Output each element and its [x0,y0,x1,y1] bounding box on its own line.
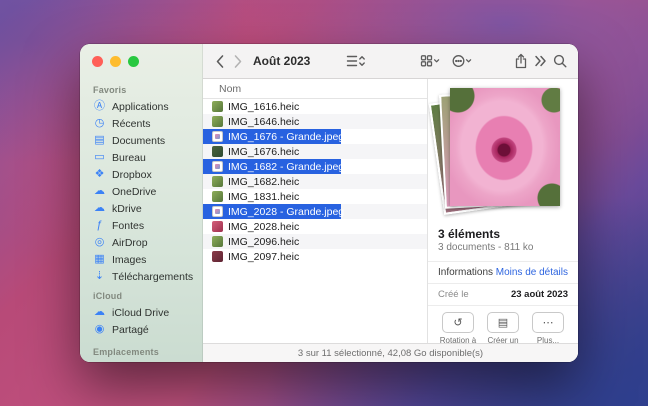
jpeg-file-icon [212,131,223,142]
file-row[interactable]: IMG_1682 - Grande.jpeg [203,159,427,174]
file-row[interactable]: IMG_1616.heic [203,99,427,114]
sidebar-item-applications[interactable]: Ⓐ Applications [80,98,202,115]
heic-thumbnail-icon [212,251,223,262]
shared-folder-icon: ◉ [94,323,105,335]
heic-thumbnail-icon [212,236,223,247]
view-mode-button[interactable] [343,52,370,70]
desktop-wallpaper: Favoris Ⓐ Applications ◷ Récents ▤ Docum… [0,0,648,406]
heic-thumbnail-icon [212,146,223,157]
preview-thumbnail-stack [428,87,578,217]
forward-button[interactable] [229,52,247,71]
selection-size: 3 documents - 811 ko [438,242,534,253]
jpeg-file-icon [212,206,223,217]
sidebar-item-fontes[interactable]: ƒ Fontes [80,217,202,234]
recents-clock-icon: ◷ [94,117,105,129]
file-row[interactable]: IMG_1676.heic [203,144,427,159]
file-row[interactable]: IMG_2028.heic [203,219,427,234]
sidebar-sections: Favoris Ⓐ Applications ◷ Récents ▤ Docum… [80,71,202,362]
file-row[interactable]: IMG_1682.heic [203,174,427,189]
sidebar-item-icloud-drive[interactable]: ☁ iCloud Drive [80,304,202,321]
quick-actions: ↺ Rotation à gauche ▤ Créer un PDF ⋯ Plu… [428,305,578,343]
group-by-button[interactable] [417,52,443,70]
quick-action-plus[interactable]: ⋯ Plus... [526,312,570,343]
create-pdf-icon: ▤ [487,312,519,333]
images-icon: ▦ [94,253,105,265]
list-view-icon [346,54,367,68]
search-icon [553,54,567,68]
close-button[interactable] [92,56,103,67]
sidebar-item-dropbox[interactable]: ❖ Dropbox [80,166,202,183]
flower-photo-preview [450,88,560,206]
icloud-drive-icon: ☁ [94,306,105,318]
sidebar-section-label: iCloud [93,291,123,301]
sidebar-item-airdrop[interactable]: ◎ AirDrop [80,234,202,251]
more-actions-icon: ⋯ [532,312,564,333]
file-row[interactable]: IMG_2028 - Grande.jpeg [203,204,427,219]
group-by-icon [420,54,440,68]
created-value: 23 août 2023 [510,289,568,300]
toolbar-overflow-button[interactable] [531,52,550,70]
informations-label: Informations [438,267,494,278]
sidebar-item-telechargements[interactable]: ⇣ Téléchargements [80,268,202,285]
fonts-icon: ƒ [96,219,103,231]
heic-thumbnail-icon [212,176,223,187]
file-row[interactable]: IMG_2097.heic [203,249,427,264]
sidebar-item-partage[interactable]: ◉ Partagé [80,321,202,338]
sidebar-item-documents[interactable]: ▤ Documents [80,132,202,149]
sidebar-item-images[interactable]: ▦ Images [80,251,202,268]
file-row[interactable]: IMG_1646.heic [203,114,427,129]
kdrive-cloud-icon: ☁ [94,202,105,214]
jpeg-file-icon [212,161,223,172]
heic-thumbnail-icon [212,191,223,202]
share-icon [514,53,528,69]
sidebar-section-label: Emplacements [93,347,159,357]
file-list-pane: Nom IMG_1616.heic IMG_1646.heic IMG_1676… [203,79,427,343]
desktop-icon: ▭ [94,151,105,163]
zoom-button[interactable] [128,56,139,67]
sidebar-item-recents[interactable]: ◷ Récents [80,115,202,132]
toggle-details-link[interactable]: Moins de détails [496,267,568,278]
file-row[interactable]: IMG_2096.heic [203,234,427,249]
preview-pane: 3 éléments 3 documents - 811 ko Informat… [427,79,578,343]
downloads-icon: ⇣ [94,270,105,282]
minimize-button[interactable] [110,56,121,67]
rotate-left-icon: ↺ [442,312,474,333]
documents-icon: ▤ [94,134,105,146]
column-header-name: Nom [219,82,242,95]
sidebar-section-label: Favoris [93,85,127,95]
toolbar-overflow-icon [534,54,547,68]
back-button[interactable] [211,52,229,71]
heic-thumbnail-icon [212,221,223,232]
sidebar-item-onedrive[interactable]: ☁ OneDrive [80,183,202,200]
window-title: Août 2023 [253,54,311,68]
sidebar: Favoris Ⓐ Applications ◷ Récents ▤ Docum… [80,44,203,362]
created-label: Créé le [438,289,469,300]
heic-thumbnail-icon [212,101,223,112]
toolbar: Août 2023 [203,44,578,79]
list-column-header[interactable]: Nom [203,79,427,99]
more-options-icon [452,54,472,68]
quick-action-creer-un-pdf[interactable]: ▤ Créer un PDF [481,312,525,343]
status-text: 3 sur 11 sélectionné, 42,08 Go disponibl… [297,347,484,359]
search-button[interactable] [550,52,570,70]
applications-icon: Ⓐ [94,100,105,112]
heic-thumbnail-icon [212,116,223,127]
more-options-button[interactable] [449,52,475,70]
dropbox-icon: ❖ [94,168,105,180]
file-list: IMG_1616.heic IMG_1646.heic IMG_1676 - G… [203,99,427,343]
sidebar-item-kdrive[interactable]: ☁ kDrive [80,200,202,217]
airdrop-icon: ◎ [94,236,105,248]
status-bar: 3 sur 11 sélectionné, 42,08 Go disponibl… [203,343,578,362]
onedrive-cloud-icon: ☁ [94,185,105,197]
selection-count: 3 éléments [438,227,501,241]
sidebar-item-bureau[interactable]: ▭ Bureau [80,149,202,166]
file-row[interactable]: IMG_1831.heic [203,189,427,204]
finder-window: Favoris Ⓐ Applications ◷ Récents ▤ Docum… [80,44,578,362]
main-area: Août 2023 Nom IMG_1616.heic IMG_1646.hei… [203,44,578,362]
share-button[interactable] [511,51,531,71]
quick-action-rotation-a-gauche[interactable]: ↺ Rotation à gauche [436,312,480,343]
window-controls [80,44,202,71]
file-row[interactable]: IMG_1676 - Grande.jpeg [203,129,427,144]
